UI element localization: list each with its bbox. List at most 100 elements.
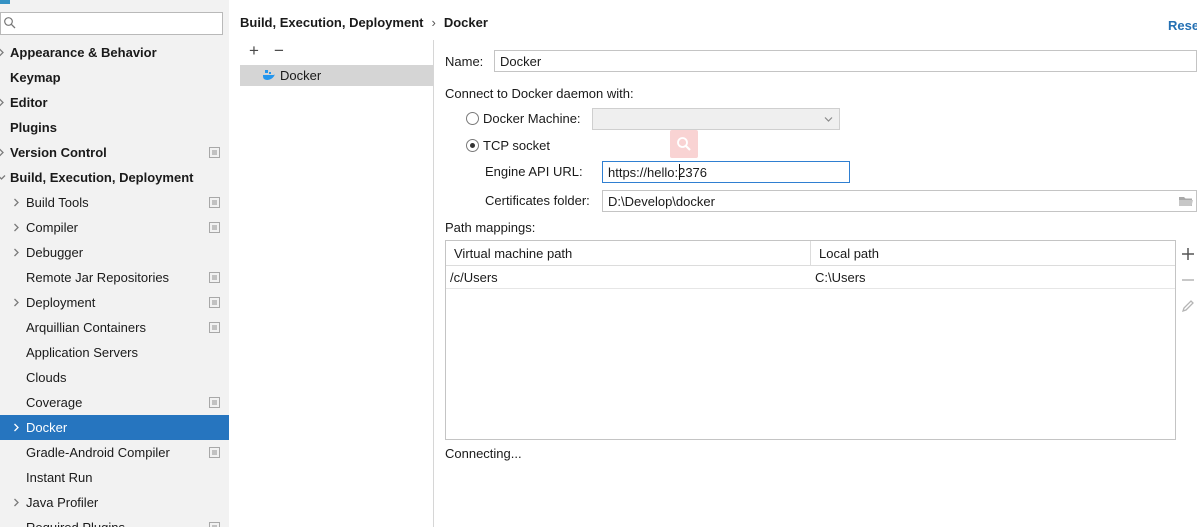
tree-item-label: Docker: [26, 420, 68, 435]
settings-search-box[interactable]: [0, 12, 223, 35]
tree-item[interactable]: Deployment: [0, 290, 229, 315]
tree-item-label: Coverage: [26, 395, 83, 410]
tree-item[interactable]: Gradle-Android Compiler: [0, 440, 229, 465]
chevron-right-icon[interactable]: [12, 498, 21, 507]
tree-item-label: Application Servers: [26, 345, 138, 360]
edit-pencil-icon[interactable]: [1181, 299, 1195, 313]
remove-button[interactable]: −: [271, 42, 287, 59]
project-scope-icon: [209, 272, 220, 283]
tree-item-label: Editor: [10, 95, 48, 110]
tree-item[interactable]: Appearance & Behavior: [0, 40, 229, 65]
path-mappings-label: Path mappings:: [445, 220, 536, 235]
chevron-right-icon[interactable]: [0, 98, 6, 107]
chevron-right-icon[interactable]: [12, 298, 21, 307]
project-scope-icon: [209, 447, 220, 458]
search-icon: [4, 17, 16, 29]
settings-search-input[interactable]: [17, 13, 217, 34]
chevron-right-icon[interactable]: [12, 223, 21, 232]
tree-item[interactable]: Clouds: [0, 365, 229, 390]
tree-item-label: Deployment: [26, 295, 96, 310]
tree-item-label: Clouds: [26, 370, 67, 385]
tree-item[interactable]: Application Servers: [0, 340, 229, 365]
tree-item-label: Instant Run: [26, 470, 93, 485]
name-label: Name:: [445, 54, 484, 69]
breadcrumb-separator: ›: [431, 15, 436, 30]
tcp-socket-radio[interactable]: [466, 139, 479, 152]
add-icon[interactable]: [1181, 247, 1195, 261]
project-scope-icon: [209, 322, 220, 333]
remove-icon[interactable]: [1181, 273, 1195, 287]
tree-item-label: Remote Jar Repositories: [26, 270, 170, 285]
tree-item[interactable]: Remote Jar Repositories: [0, 265, 229, 290]
tcp-socket-label: TCP socket: [483, 138, 550, 153]
chevron-right-icon[interactable]: [12, 423, 21, 432]
status-text: Connecting...: [445, 446, 522, 461]
magnifier-overlay: [670, 130, 698, 158]
column-header-local-path[interactable]: Local path: [811, 241, 1175, 266]
tree-item-label: Keymap: [10, 70, 61, 85]
name-input[interactable]: [494, 50, 1197, 72]
tree-item[interactable]: Coverage: [0, 390, 229, 415]
tree-item[interactable]: Keymap: [0, 65, 229, 90]
project-scope-icon: [209, 397, 220, 408]
tree-item-label: Debugger: [26, 245, 84, 260]
chevron-down-icon[interactable]: [0, 173, 6, 182]
text-cursor: [679, 164, 680, 180]
tree-item[interactable]: Java Profiler: [0, 490, 229, 515]
title-strip: [0, 0, 10, 4]
certificates-folder-input[interactable]: [602, 190, 1197, 212]
tree-item-label: Arquillian Containers: [26, 320, 146, 335]
table-row[interactable]: /c/Users C:\Users: [446, 267, 1175, 289]
project-scope-icon: [209, 297, 220, 308]
tree-item[interactable]: Docker: [0, 415, 229, 440]
tree-item-label: Compiler: [26, 220, 79, 235]
tree-item[interactable]: Compiler: [0, 215, 229, 240]
tree-item-label: Gradle-Android Compiler: [26, 445, 170, 460]
table-toolbar: [1179, 244, 1197, 324]
folder-icon[interactable]: [1178, 194, 1194, 208]
chevron-right-icon[interactable]: [0, 148, 6, 157]
add-button[interactable]: +: [246, 42, 262, 59]
certificates-folder-label: Certificates folder:: [485, 193, 590, 208]
tree-item[interactable]: Arquillian Containers: [0, 315, 229, 340]
tree-item-label: Appearance & Behavior: [10, 45, 157, 60]
chevron-right-icon[interactable]: [0, 48, 6, 57]
engine-api-url-label: Engine API URL:: [485, 164, 583, 179]
magnifier-icon: [677, 137, 691, 151]
tree-item[interactable]: Debugger: [0, 240, 229, 265]
project-scope-icon: [209, 522, 220, 527]
chevron-right-icon[interactable]: [12, 248, 21, 257]
tree-item[interactable]: Build, Execution, Deployment: [0, 165, 229, 190]
reset-link[interactable]: Reset: [1168, 18, 1197, 33]
docker-whale-icon: [262, 70, 275, 80]
tree-item[interactable]: Instant Run: [0, 465, 229, 490]
docker-connection-list-panel: + − Docker: [240, 40, 434, 527]
project-scope-icon: [209, 147, 220, 158]
list-toolbar: + −: [240, 40, 434, 64]
tree-item[interactable]: Build Tools: [0, 190, 229, 215]
tree-item[interactable]: Plugins: [0, 115, 229, 140]
docker-machine-select[interactable]: [592, 108, 840, 130]
tree-item-label: Build Tools: [26, 195, 89, 210]
engine-api-url-input[interactable]: [602, 161, 850, 183]
local-path-cell: C:\Users: [815, 270, 866, 285]
docker-machine-label: Docker Machine:: [483, 111, 581, 126]
breadcrumb: Build, Execution, Deployment › Docker: [240, 14, 488, 32]
tree-item[interactable]: Editor: [0, 90, 229, 115]
breadcrumb-parent[interactable]: Build, Execution, Deployment: [240, 15, 423, 30]
breadcrumb-current: Docker: [443, 15, 488, 30]
connect-label: Connect to Docker daemon with:: [445, 86, 634, 101]
project-scope-icon: [209, 222, 220, 233]
tree-item[interactable]: Required Plugins: [0, 515, 229, 527]
list-item-label: Docker: [280, 68, 322, 83]
chevron-down-icon: [824, 117, 833, 122]
tree-item-label: Plugins: [10, 120, 57, 135]
project-scope-icon: [209, 197, 220, 208]
tree-item-label: Required Plugins: [26, 515, 125, 527]
chevron-right-icon[interactable]: [12, 198, 21, 207]
docker-machine-radio[interactable]: [466, 112, 479, 125]
column-header-vm-path[interactable]: Virtual machine path: [446, 241, 811, 266]
tree-item-label: Version Control: [10, 145, 107, 160]
tree-item[interactable]: Version Control: [0, 140, 229, 165]
list-item-docker[interactable]: Docker: [240, 65, 433, 86]
